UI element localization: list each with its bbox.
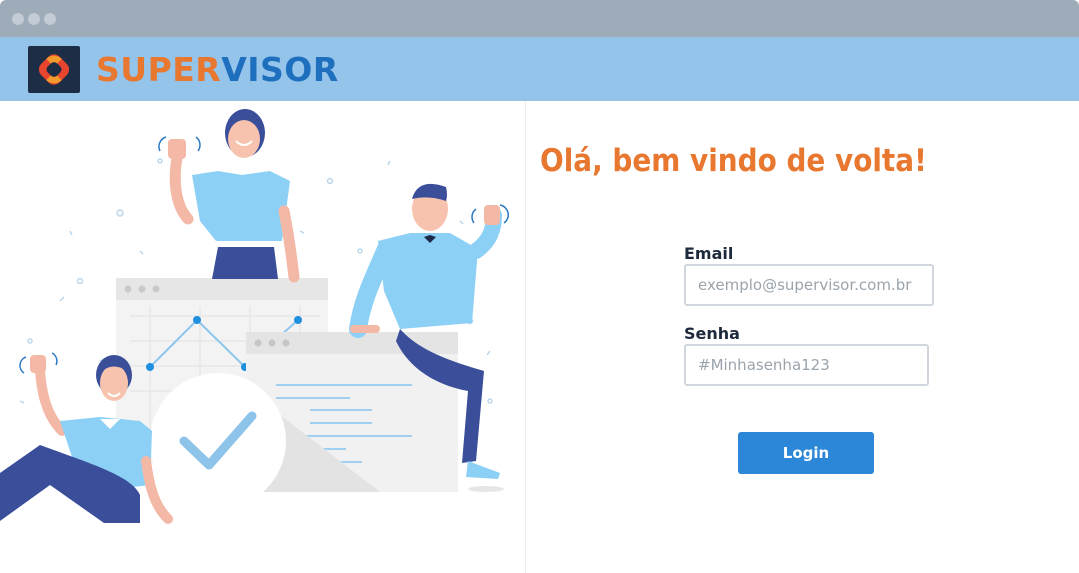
brand-name[interactable]: SUPERVISOR bbox=[96, 50, 339, 90]
panel-divider bbox=[525, 101, 526, 573]
window-maximize-dot[interactable] bbox=[44, 13, 56, 25]
email-field[interactable] bbox=[684, 264, 934, 306]
login-button[interactable]: Login bbox=[738, 432, 874, 474]
supervisor-logo-icon[interactable] bbox=[28, 46, 80, 93]
welcome-illustration bbox=[0, 101, 525, 573]
window-titlebar bbox=[0, 0, 1079, 37]
window-minimize-dot[interactable] bbox=[28, 13, 40, 25]
email-label: Email bbox=[684, 244, 734, 263]
password-label: Senha bbox=[684, 324, 740, 343]
window-close-dot[interactable] bbox=[12, 13, 24, 25]
brand-name-part1: SUPER bbox=[96, 50, 222, 89]
brand-name-part2: VISOR bbox=[221, 50, 339, 89]
password-field[interactable] bbox=[684, 344, 929, 386]
welcome-heading: Olá, bem vindo de volta! bbox=[540, 143, 927, 179]
